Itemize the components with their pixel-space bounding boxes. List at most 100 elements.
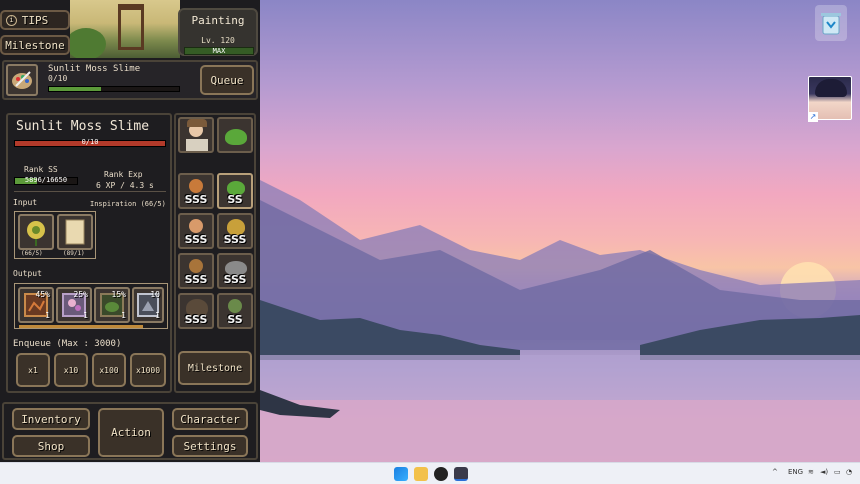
- output-slot-1[interactable]: 45% 1: [18, 287, 54, 323]
- character-rank: SSS: [223, 273, 247, 286]
- recipe-panel: Sunlit Moss Slime 0/10 Rank SS 5896/1665…: [6, 113, 172, 393]
- output-count-1: 1: [45, 311, 50, 320]
- input-slot-sun-flower[interactable]: [18, 214, 54, 250]
- input-slot-paper[interactable]: [57, 214, 93, 250]
- character-slot-6[interactable]: SSS: [217, 253, 253, 289]
- rank-value: 5896/16650: [24, 176, 68, 184]
- output-pct-1: 45%: [35, 290, 50, 299]
- action-label: Action: [111, 426, 151, 439]
- enqueue-x1000-label: x1000: [135, 365, 161, 375]
- game-taskbar-icon[interactable]: [454, 467, 468, 481]
- tips-button[interactable]: i TIPS: [0, 10, 70, 30]
- output-label: Output: [13, 269, 42, 278]
- settings-button[interactable]: Settings: [172, 435, 248, 457]
- recycle-bin-icon[interactable]: [815, 5, 847, 41]
- rank-bar: 5896/16650: [14, 176, 78, 185]
- enqueue-x10-label: x10: [63, 365, 79, 375]
- app-icon[interactable]: [434, 467, 448, 481]
- game-window: i TIPS Milestone Painting Lv. 120 MAX Su…: [0, 0, 260, 462]
- character-slot-5[interactable]: SSS: [178, 253, 214, 289]
- recipe-progress-text: 0/10: [81, 138, 99, 146]
- character-panel: SSS SS SSS SSS SSS SSS SSS SS Milestone: [174, 113, 256, 393]
- level-max: MAX: [212, 47, 226, 55]
- enqueue-x100-label: x100: [99, 365, 119, 375]
- current-task-bar: [48, 86, 180, 92]
- character-rank: SSS: [184, 193, 208, 206]
- notification-icon[interactable]: ◔: [846, 468, 852, 476]
- input-count-2: (89/1): [63, 250, 85, 257]
- rank-label: Rank SS: [24, 165, 58, 174]
- milestone-tab-label: Milestone: [5, 38, 65, 52]
- character-slot-7[interactable]: SSS: [178, 293, 214, 329]
- output-pct-2: 25%: [73, 290, 88, 299]
- current-task-name: Sunlit Moss Slime: [48, 64, 141, 74]
- character-slot-3[interactable]: SSS: [178, 213, 214, 249]
- character-rank: SSS: [184, 233, 208, 246]
- shop-button[interactable]: Shop: [12, 435, 90, 457]
- inspiration-label: Inspiration (66/5): [90, 200, 166, 208]
- skill-title: Painting: [191, 14, 245, 27]
- character-rank: SSS: [223, 233, 247, 246]
- assigned-painter-avatar[interactable]: [178, 117, 214, 153]
- tips-label: TIPS: [21, 13, 49, 27]
- character-list: SSS SS SSS SSS SSS SSS SSS SS: [178, 167, 254, 339]
- enqueue-x1-button[interactable]: x1: [16, 353, 50, 387]
- character-slot-1[interactable]: SSS: [178, 173, 214, 209]
- output-slots: 45% 1 25% 1 15% 1 10 1: [14, 283, 168, 329]
- settings-label: Settings: [183, 439, 237, 453]
- character-rank: SS: [227, 313, 243, 326]
- character-button[interactable]: Character: [172, 408, 248, 430]
- wifi-icon[interactable]: ≋: [808, 468, 814, 476]
- output-pct-4: 10: [150, 290, 160, 299]
- sun-flower-icon: [27, 221, 45, 246]
- character-slot-8[interactable]: SS: [217, 293, 253, 329]
- milestone-button[interactable]: Milestone: [178, 351, 252, 385]
- rank-exp-value: 6 XP / 4.3 s: [96, 181, 154, 190]
- output-slot-3[interactable]: 15% 1: [94, 287, 130, 323]
- language-indicator[interactable]: ENG: [788, 468, 803, 476]
- action-button[interactable]: Action: [98, 408, 164, 457]
- shop-label: Shop: [37, 439, 65, 453]
- inventory-button[interactable]: Inventory: [12, 408, 90, 430]
- output-count-3: 1: [121, 311, 126, 320]
- input-count-1: (66/5): [21, 250, 43, 257]
- file-explorer-icon[interactable]: [414, 467, 428, 481]
- enqueue-x10-button[interactable]: x10: [54, 353, 88, 387]
- skill-level-box: Painting Lv. 120 MAX: [178, 8, 258, 56]
- enqueue-x1-label: x1: [28, 365, 38, 375]
- character-rank: SSS: [184, 273, 208, 286]
- target-slime-icon: [217, 117, 253, 153]
- current-task-progress: 0/10: [48, 74, 68, 83]
- character-label: Character: [180, 412, 240, 426]
- milestone-tab-button[interactable]: Milestone: [0, 35, 70, 55]
- enqueue-label: Enqueue (Max : 3000): [13, 339, 122, 349]
- enqueue-x100-button[interactable]: x100: [92, 353, 126, 387]
- windows-start-icon[interactable]: [394, 467, 408, 481]
- skill-scene-image: [70, 0, 180, 58]
- recipe-progress-bar: 0/10: [14, 138, 166, 147]
- queue-button[interactable]: Queue: [200, 65, 254, 95]
- character-slot-4[interactable]: SSS: [217, 213, 253, 249]
- output-slot-2[interactable]: 25% 1: [56, 287, 92, 323]
- rank-exp-label: Rank Exp: [104, 170, 143, 179]
- shortcut-arrow-icon: ↗: [808, 112, 818, 122]
- output-pct-3: 15%: [111, 290, 126, 299]
- current-task-panel: Sunlit Moss Slime 0/10 Queue: [2, 60, 258, 100]
- inventory-label: Inventory: [21, 412, 81, 426]
- output-count-2: 1: [83, 311, 88, 320]
- level-text: Lv. 120: [201, 36, 235, 45]
- output-count-4: 1: [155, 311, 160, 320]
- recipe-title: Sunlit Moss Slime: [16, 119, 150, 134]
- enqueue-x1000-button[interactable]: x1000: [130, 353, 166, 387]
- input-label: Input: [13, 198, 38, 207]
- volume-icon[interactable]: ◄): [820, 468, 828, 476]
- output-progress-line: [19, 325, 143, 328]
- output-slot-4[interactable]: 10 1: [132, 287, 164, 323]
- character-slot-2[interactable]: SS: [217, 173, 253, 209]
- palette-icon: [6, 64, 38, 96]
- battery-icon[interactable]: ▭: [834, 468, 841, 476]
- taskbar: ^ ENG ≋ ◄) ▭ ◔: [0, 462, 860, 484]
- milestone-button-label: Milestone: [187, 362, 243, 374]
- character-rank: SSS: [184, 313, 208, 326]
- tray-chevron-icon[interactable]: ^: [772, 468, 778, 476]
